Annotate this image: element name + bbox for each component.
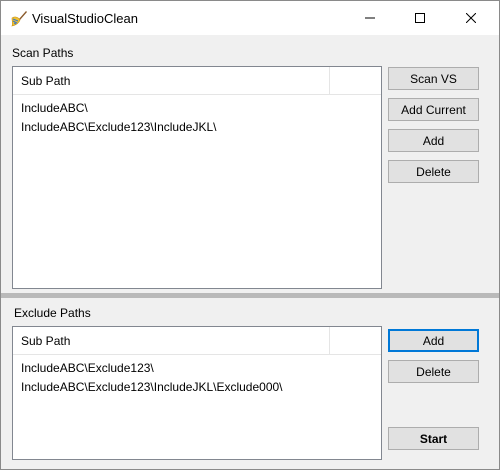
- maximize-button[interactable]: [397, 1, 443, 35]
- broom-icon: [11, 11, 27, 27]
- scan-paths-list[interactable]: Sub Path IncludeABC\ IncludeABC\Exclude1…: [12, 66, 382, 289]
- close-icon: [466, 13, 476, 23]
- start-button[interactable]: Start: [388, 427, 479, 450]
- window-title: VisualStudioClean: [32, 11, 138, 26]
- list-item[interactable]: IncludeABC\Exclude123\: [13, 359, 381, 378]
- exclude-paths-list-header[interactable]: Sub Path: [13, 327, 381, 355]
- scan-delete-button[interactable]: Delete: [388, 160, 479, 183]
- scan-add-button[interactable]: Add: [388, 129, 479, 152]
- list-item[interactable]: IncludeABC\Exclude123\IncludeJKL\: [13, 118, 381, 137]
- column-separator[interactable]: [329, 67, 330, 94]
- scan-vs-button[interactable]: Scan VS: [388, 67, 479, 90]
- minimize-icon: [365, 17, 375, 19]
- scan-paths-label: Scan Paths: [12, 46, 74, 60]
- exclude-paths-label: Exclude Paths: [14, 306, 91, 320]
- scan-paths-list-header[interactable]: Sub Path: [13, 67, 381, 95]
- sub-path-column-header[interactable]: Sub Path: [21, 334, 70, 348]
- column-separator[interactable]: [329, 327, 330, 354]
- exclude-paths-list[interactable]: Sub Path IncludeABC\Exclude123\ IncludeA…: [12, 326, 382, 460]
- add-current-button[interactable]: Add Current: [388, 98, 479, 121]
- app-window: VisualStudioClean Scan Paths Sub Path In…: [0, 0, 500, 470]
- exclude-add-button[interactable]: Add: [388, 329, 479, 352]
- minimize-button[interactable]: [347, 1, 393, 35]
- list-item[interactable]: IncludeABC\: [13, 99, 381, 118]
- close-button[interactable]: [448, 1, 494, 35]
- sub-path-column-header[interactable]: Sub Path: [21, 74, 70, 88]
- maximize-icon: [415, 13, 425, 23]
- exclude-delete-button[interactable]: Delete: [388, 360, 479, 383]
- splitter[interactable]: [1, 293, 499, 298]
- title-bar[interactable]: VisualStudioClean: [1, 1, 499, 35]
- list-item[interactable]: IncludeABC\Exclude123\IncludeJKL\Exclude…: [13, 378, 381, 397]
